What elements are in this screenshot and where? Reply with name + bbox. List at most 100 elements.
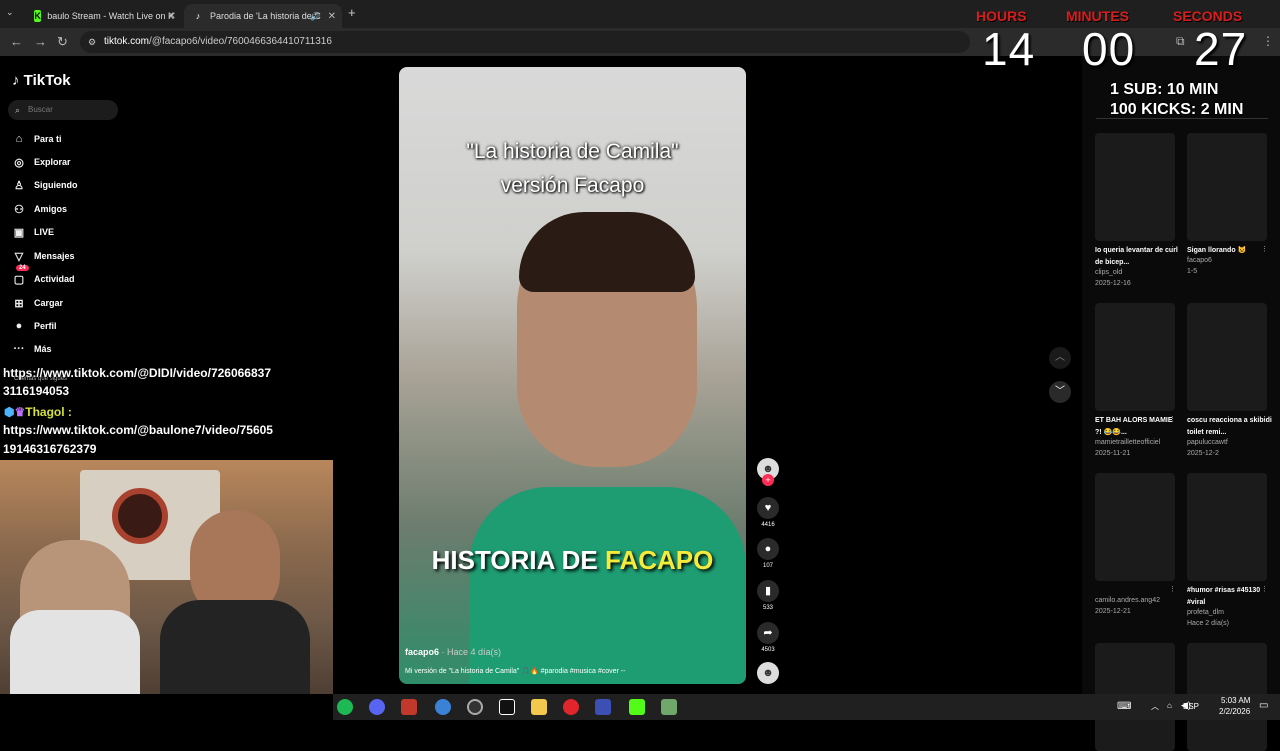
video-description: Mi versión de "La historia de Camila" 🎵🔥… xyxy=(405,668,626,675)
tab-kick-stream[interactable]: K baulo Stream - Watch Live on K ✕ xyxy=(26,4,182,28)
share-count: 4503 xyxy=(761,647,775,653)
sidebar-item-mensajes[interactable]: ▽ Mensajes xyxy=(12,248,75,264)
author-avatar[interactable]: ☻ + xyxy=(756,458,780,486)
stack-app-icon[interactable] xyxy=(661,699,677,715)
kick-app-icon[interactable] xyxy=(629,699,645,715)
tiktok-logo[interactable]: ♪ TikTok xyxy=(12,72,71,89)
sidebar-item-live[interactable]: ▣ LIVE xyxy=(12,224,54,240)
sidebar-item-para-ti[interactable]: ⌂ Para ti xyxy=(12,131,62,147)
author-name[interactable]: facapo6 xyxy=(405,647,439,657)
like-button[interactable]: ♥ 4416 xyxy=(756,497,780,528)
related-video-thumbnail[interactable] xyxy=(1095,133,1175,241)
url-input[interactable]: ⚙ tiktok.com/@facapo6/video/760046636441… xyxy=(80,31,970,53)
tab-tiktok[interactable]: ♪ Parodia de 'La historia de C 🔊 ✕ xyxy=(184,4,342,28)
music-disc-icon: ☻ xyxy=(757,662,779,684)
clock-date[interactable]: 2/2/2026 xyxy=(1219,707,1250,716)
video-app-icon[interactable] xyxy=(401,699,417,715)
related-video-user[interactable]: papuluccawtf xyxy=(1187,439,1228,446)
sidebar-item-label: Explorar xyxy=(34,157,71,167)
music-disc[interactable]: ☻ xyxy=(756,662,780,684)
spotify-icon[interactable] xyxy=(337,699,353,715)
more-options-icon[interactable]: ⋮ xyxy=(1261,245,1268,253)
user-plus-icon: ♙ xyxy=(14,179,24,192)
close-tab-icon[interactable]: ✕ xyxy=(328,11,336,22)
discord-icon[interactable] xyxy=(369,699,385,715)
related-video-user[interactable]: mamietrailletteofficiel xyxy=(1095,439,1160,446)
related-video-thumbnail[interactable] xyxy=(1095,303,1175,411)
clock-time[interactable]: 5:03 AM xyxy=(1221,696,1250,705)
related-video-thumbnail[interactable] xyxy=(1187,133,1267,241)
more-options-icon[interactable]: ⋮ xyxy=(1261,585,1268,593)
language-indicator[interactable]: ESP xyxy=(1183,702,1199,711)
more-options-icon[interactable]: ⋮ xyxy=(1261,415,1268,423)
related-video-user[interactable]: facapo6 xyxy=(1187,257,1212,264)
title-line: versión Facapo xyxy=(500,174,645,197)
video-overlay-title: "La historia de Camila" versión Facapo xyxy=(399,135,746,203)
sidebar-item-cargar[interactable]: ⊞ Cargar xyxy=(12,295,63,311)
chat-message-link: https://www.tiktok.com/@baulone7/video/7… xyxy=(3,423,273,437)
forward-icon[interactable]: → xyxy=(34,34,47,49)
sidebar-item-explorar[interactable]: ◎ Explorar xyxy=(12,154,71,170)
follow-plus-icon[interactable]: + xyxy=(762,474,774,486)
notification-icon[interactable]: ▭ xyxy=(1259,700,1268,711)
streaming-tool-icon[interactable] xyxy=(595,699,611,715)
share-button[interactable]: ➦ 4503 xyxy=(756,622,780,653)
chevron-up-icon: ︿ xyxy=(1055,352,1065,363)
chat-username: ⬢♛Thagol : xyxy=(4,405,72,419)
sidebar-item-más[interactable]: ··· Más xyxy=(12,341,52,357)
chrome-icon[interactable] xyxy=(435,699,451,715)
sidebar-item-siguiendo[interactable]: ♙ Siguiendo xyxy=(12,177,77,193)
more-options-icon[interactable]: ⋮ xyxy=(1169,585,1176,593)
avatar-icon: ● xyxy=(15,320,23,332)
related-video-user[interactable]: camilo.andres.ang42 xyxy=(1095,597,1160,604)
sidebar-item-perfil[interactable]: ● Perfil xyxy=(12,318,57,334)
heart-icon: ♥ xyxy=(757,497,779,519)
previous-video-button[interactable]: ︿ xyxy=(1049,347,1071,369)
obs-icon[interactable] xyxy=(467,699,483,715)
chat-name-text: Thagol : xyxy=(25,405,72,419)
live-icon: ▣ xyxy=(13,226,25,239)
tiktok-app-icon[interactable] xyxy=(499,699,515,715)
logo-text: TikTok xyxy=(23,72,71,89)
title-line: "La historia de Camila" xyxy=(466,140,679,163)
sub-rule: 1 SUB: 10 MIN xyxy=(1110,81,1219,98)
related-video-date: Hace 2 día(s) xyxy=(1187,620,1230,627)
search-placeholder: Buscar xyxy=(28,105,53,114)
site-info-icon[interactable]: ⚙ xyxy=(88,31,96,53)
related-video-user[interactable]: clips_old xyxy=(1095,269,1122,276)
url-host: tiktok.com xyxy=(104,36,150,47)
more-options-icon[interactable]: ⋮ xyxy=(1169,245,1176,253)
related-video-date: 2025-12-16 xyxy=(1095,280,1131,287)
menu-icon[interactable]: ⋮ xyxy=(1262,34,1274,48)
tray-chevron-icon[interactable]: ︿ xyxy=(1151,701,1159,712)
related-video-user[interactable]: profeta_dlm xyxy=(1187,609,1224,616)
opera-icon[interactable] xyxy=(563,699,579,715)
related-video-thumbnail[interactable] xyxy=(1187,473,1267,581)
close-tab-icon[interactable]: ✕ xyxy=(168,11,176,22)
file-explorer-icon[interactable] xyxy=(531,699,547,715)
more-options-icon[interactable]: ⋮ xyxy=(1169,415,1176,423)
related-video-date: 2025-11-21 xyxy=(1095,450,1131,457)
save-button[interactable]: ▮ 533 xyxy=(756,580,780,611)
keyboard-icon[interactable]: ⌨ xyxy=(1117,701,1131,712)
video-player[interactable]: "La historia de Camila" versión Facapo H… xyxy=(399,67,746,684)
tab-search-icon[interactable]: ⌄ xyxy=(6,7,14,18)
sidebar-item-label: Amigos xyxy=(34,204,68,214)
sidebar-item-actividad[interactable]: 24 ▢ Actividad xyxy=(12,265,75,287)
speaker-icon[interactable]: 🔊 xyxy=(310,12,320,21)
reload-icon[interactable]: ↻ xyxy=(57,34,68,50)
video-author[interactable]: facapo6 · Hace 4 día(s) xyxy=(405,647,501,657)
search-input[interactable]: ⌕ Buscar xyxy=(8,100,118,120)
related-video-thumbnail[interactable] xyxy=(1095,473,1175,581)
next-video-button[interactable]: ﹀ xyxy=(1049,381,1071,403)
sidebar-item-amigos[interactable]: ⚇ Amigos xyxy=(12,201,67,217)
new-tab-icon[interactable]: + xyxy=(348,5,356,20)
comment-icon: ● xyxy=(757,538,779,560)
poster-circle xyxy=(112,488,168,544)
taskbar: ⌨ ︿ ⌂ 🔊 ◀) ESP 5:03 AM 2/2/2026 ▭ xyxy=(333,694,1280,720)
back-icon[interactable]: ← xyxy=(10,34,23,49)
sidebar-item-label: Cargar xyxy=(34,298,64,308)
related-video-thumbnail[interactable] xyxy=(1187,303,1267,411)
comment-button[interactable]: ● 107 xyxy=(756,538,780,569)
extensions-icon[interactable]: ⧉ xyxy=(1176,34,1185,49)
